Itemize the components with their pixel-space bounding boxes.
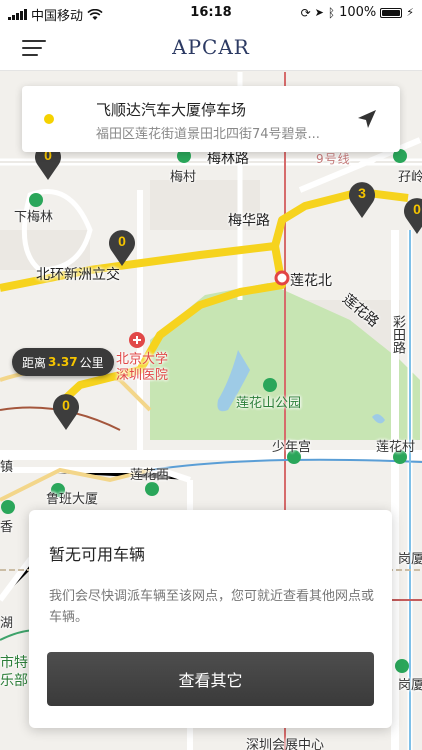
map-label-meicun: 梅村 — [170, 170, 197, 185]
map-label-hu: 湖 — [0, 616, 14, 631]
map-label-luban: 鲁班大厦 — [46, 492, 99, 507]
location-dot-icon — [44, 114, 54, 124]
map-label-gang: 岗厦 — [398, 678, 422, 693]
bluetooth-icon: ᛒ — [327, 5, 336, 20]
map-pin-2[interactable]: 0 — [107, 226, 137, 266]
status-bar: 中国移动 16:18 ⟳ ➤ ᛒ 100% ⚡ — [0, 0, 422, 26]
map-label-zhen: 镇 — [0, 460, 14, 475]
distance-bubble: 距离 3.37 公里 — [12, 348, 114, 376]
map-label-ziling: 孖岭 — [398, 170, 422, 185]
top-navbar: APCAR — [0, 26, 422, 71]
view-others-button[interactable]: 查看其它 — [47, 652, 374, 706]
map-label-park: 莲花山公园 — [236, 396, 302, 411]
map-label-line9: 9号线 — [316, 152, 351, 166]
map-label-lianhuaxi: 莲花西 — [130, 468, 170, 483]
map-label-lianhuabei: 莲花北 — [290, 273, 332, 289]
map-pin-3[interactable]: 3 — [347, 178, 377, 218]
map-label-meihua-road: 梅华路 — [228, 213, 270, 229]
map-label-beihuan: 北环新洲立交 — [36, 267, 120, 283]
map-label-lianhuacun: 莲花村 — [376, 440, 416, 455]
location-address: 福田区莲花街道景田北四街74号碧景... — [96, 127, 320, 142]
distance-value: 3.37 — [48, 355, 78, 369]
pin-count: 3 — [358, 185, 366, 201]
pin-count: 0 — [118, 233, 126, 249]
location-name: 飞顺达汽车大厦停车场 — [96, 101, 247, 119]
status-right-group: ⟳ ➤ ᛒ 100% ⚡ — [301, 5, 414, 20]
panel-description: 我们会尽快调派车辆至该网点，您可就近查看其他网点或车辆。 — [49, 589, 375, 625]
map-label-hospital: 深圳医院 — [116, 368, 169, 383]
pin-count: 0 — [62, 397, 70, 413]
map-label-gangling: 岗厦 — [398, 552, 422, 567]
panel-title: 暂无可用车辆 — [49, 545, 146, 564]
pin-count: 0 — [413, 201, 421, 217]
navigate-arrow-icon[interactable] — [356, 108, 378, 130]
map-label-lebu: 乐部 — [0, 673, 28, 689]
location-card[interactable]: 飞顺达汽车大厦停车场 福田区莲花街道景田北四街74号碧景... — [22, 86, 400, 152]
battery-icon — [380, 7, 403, 18]
charging-icon: ⚡ — [406, 6, 414, 19]
map-label-shite: 市特 — [0, 655, 28, 671]
distance-prefix: 距离 — [22, 355, 47, 370]
distance-unit: 公里 — [79, 355, 104, 370]
map-label-xiang: 香 — [0, 520, 14, 535]
no-vehicle-panel: 暂无可用车辆 我们会尽快调派车辆至该网点，您可就近查看其他网点或车辆。 查看其它 — [29, 510, 392, 728]
map-pin-5[interactable]: 0 — [51, 390, 81, 430]
map-label-convention: 深圳会展中心 — [246, 738, 325, 750]
location-arrow-icon: ➤ — [314, 6, 324, 19]
map-label-xiameilin: 下梅林 — [14, 210, 54, 225]
map-label-youth-palace: 少年宫 — [272, 440, 312, 455]
brand-logo: APCAR — [172, 35, 250, 59]
battery-percent: 100% — [339, 5, 377, 20]
map-pin-4[interactable]: 0 — [402, 194, 422, 234]
map-label-caitian: 彩田路 — [390, 315, 405, 354]
orientation-lock-icon: ⟳ — [300, 5, 311, 20]
